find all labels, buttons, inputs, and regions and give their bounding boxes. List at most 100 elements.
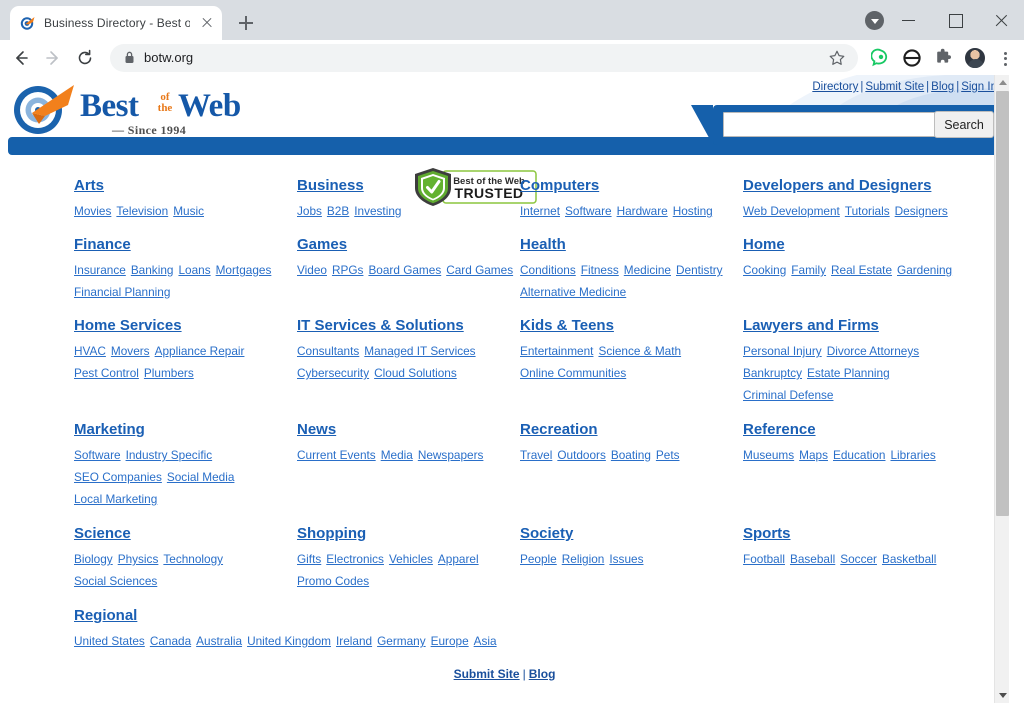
subcategory-link[interactable]: Managed IT Services xyxy=(364,344,475,358)
category-title-link[interactable]: Lawyers and Firms xyxy=(743,317,879,335)
browser-tab[interactable]: Business Directory - Best of the W xyxy=(10,6,222,40)
subcategory-link[interactable]: Criminal Defense xyxy=(743,388,833,402)
subcategory-link[interactable]: Media xyxy=(381,448,413,462)
subcategory-link[interactable]: Plumbers xyxy=(144,366,194,380)
three-dot-menu-icon[interactable] xyxy=(992,43,1018,73)
subcategory-link[interactable]: Newspapers xyxy=(418,448,484,462)
subcategory-link[interactable]: Movers xyxy=(111,344,150,358)
subcategory-link[interactable]: Asia xyxy=(474,634,497,648)
subcategory-link[interactable]: Maps xyxy=(799,448,828,462)
category-title-link[interactable]: Regional xyxy=(74,607,137,625)
page-scrollbar[interactable] xyxy=(994,75,1009,703)
chat-bubble-icon[interactable] xyxy=(866,43,896,73)
subcategory-link[interactable]: Tutorials xyxy=(845,204,890,218)
subcategory-link[interactable]: Personal Injury xyxy=(743,344,822,358)
category-title-link[interactable]: Finance xyxy=(74,236,131,254)
subcategory-link[interactable]: Investing xyxy=(354,204,401,218)
subcategory-link[interactable]: Biology xyxy=(74,552,113,566)
subcategory-link[interactable]: Soccer xyxy=(840,552,877,566)
category-title-link[interactable]: Health xyxy=(520,236,566,254)
subcategory-link[interactable]: Gifts xyxy=(297,552,321,566)
subcategory-link[interactable]: Dentistry xyxy=(676,263,723,277)
subcategory-link[interactable]: Designers xyxy=(895,204,948,218)
nav-link-submit-site[interactable]: Submit Site xyxy=(865,81,924,93)
subcategory-link[interactable]: Bankruptcy xyxy=(743,366,802,380)
category-title-link[interactable]: IT Services & Solutions xyxy=(297,317,464,335)
subcategory-link[interactable]: HVAC xyxy=(74,344,106,358)
subcategory-link[interactable]: Social Media xyxy=(167,470,235,484)
subcategory-link[interactable]: Europe xyxy=(431,634,469,648)
minimize-button[interactable] xyxy=(886,0,932,40)
subcategory-link[interactable]: Technology xyxy=(163,552,223,566)
new-tab-button[interactable] xyxy=(232,9,260,37)
subcategory-link[interactable]: Museums xyxy=(743,448,794,462)
subcategory-link[interactable]: United Kingdom xyxy=(247,634,331,648)
subcategory-link[interactable]: Australia xyxy=(196,634,242,648)
subcategory-link[interactable]: Music xyxy=(173,204,204,218)
subcategory-link[interactable]: Conditions xyxy=(520,263,576,277)
subcategory-link[interactable]: Social Sciences xyxy=(74,574,157,588)
back-button[interactable] xyxy=(6,43,36,73)
subcategory-link[interactable]: Software xyxy=(565,204,612,218)
subcategory-link[interactable]: Basketball xyxy=(882,552,936,566)
subcategory-link[interactable]: Libraries xyxy=(890,448,935,462)
subcategory-link[interactable]: Software xyxy=(74,448,121,462)
category-title-link[interactable]: Home Services xyxy=(74,317,182,335)
subcategory-link[interactable]: Family xyxy=(791,263,826,277)
scroll-up-arrow-icon[interactable] xyxy=(995,75,1009,91)
nav-link-directory[interactable]: Directory xyxy=(812,81,858,93)
site-logo[interactable]: Best of the Web — Since 1994 xyxy=(12,83,312,141)
subcategory-link[interactable]: Outdoors xyxy=(557,448,606,462)
subcategory-link[interactable]: Loans xyxy=(178,263,210,277)
subcategory-link[interactable]: Card Games xyxy=(446,263,513,277)
subcategory-link[interactable]: Pets xyxy=(656,448,680,462)
subcategory-link[interactable]: Entertainment xyxy=(520,344,593,358)
subcategory-link[interactable]: Web Development xyxy=(743,204,840,218)
subcategory-link[interactable]: Issues xyxy=(609,552,643,566)
subcategory-link[interactable]: SEO Companies xyxy=(74,470,162,484)
subcategory-link[interactable]: Electronics xyxy=(326,552,384,566)
subcategory-link[interactable]: Travel xyxy=(520,448,552,462)
subcategory-link[interactable]: Video xyxy=(297,263,327,277)
forward-button[interactable] xyxy=(38,43,68,73)
subcategory-link[interactable]: Industry Specific xyxy=(126,448,213,462)
subcategory-link[interactable]: Germany xyxy=(377,634,426,648)
subcategory-link[interactable]: Online Communities xyxy=(520,366,626,380)
subcategory-link[interactable]: Banking xyxy=(131,263,174,277)
subcategory-link[interactable]: Appliance Repair xyxy=(155,344,245,358)
subcategory-link[interactable]: Vehicles xyxy=(389,552,433,566)
subcategory-link[interactable]: Alternative Medicine xyxy=(520,285,626,299)
subcategory-link[interactable]: Mortgages xyxy=(216,263,272,277)
scrollbar-thumb[interactable] xyxy=(996,91,1009,516)
category-title-link[interactable]: Reference xyxy=(743,421,816,439)
subcategory-link[interactable]: Real Estate xyxy=(831,263,892,277)
category-title-link[interactable]: Society xyxy=(520,525,573,543)
subcategory-link[interactable]: Football xyxy=(743,552,785,566)
subcategory-link[interactable]: Canada xyxy=(150,634,191,648)
subcategory-link[interactable]: People xyxy=(520,552,557,566)
category-title-link[interactable]: Shopping xyxy=(297,525,366,543)
footer-link-blog[interactable]: Blog xyxy=(529,667,556,681)
subcategory-link[interactable]: Cooking xyxy=(743,263,786,277)
subcategory-link[interactable]: Medicine xyxy=(624,263,671,277)
star-icon[interactable] xyxy=(822,43,852,73)
subcategory-link[interactable]: Divorce Attorneys xyxy=(827,344,919,358)
subcategory-link[interactable]: United States xyxy=(74,634,145,648)
subcategory-link[interactable]: Physics xyxy=(118,552,159,566)
category-title-link[interactable]: Home xyxy=(743,236,785,254)
nav-link-sign-in[interactable]: Sign In xyxy=(961,81,997,93)
subcategory-link[interactable]: Promo Codes xyxy=(297,574,369,588)
category-title-link[interactable]: Computers xyxy=(520,177,599,195)
subcategory-link[interactable]: RPGs xyxy=(332,263,363,277)
category-title-link[interactable]: Arts xyxy=(74,177,104,195)
subcategory-link[interactable]: Financial Planning xyxy=(74,285,170,299)
category-title-link[interactable]: Games xyxy=(297,236,347,254)
subcategory-link[interactable]: Cybersecurity xyxy=(297,366,369,380)
puzzle-piece-icon[interactable] xyxy=(928,43,958,73)
subcategory-link[interactable]: Fitness xyxy=(581,263,619,277)
subcategory-link[interactable]: Religion xyxy=(562,552,605,566)
category-title-link[interactable]: Kids & Teens xyxy=(520,317,614,335)
subcategory-link[interactable]: Current Events xyxy=(297,448,376,462)
close-icon[interactable] xyxy=(198,14,216,32)
subcategory-link[interactable]: B2B xyxy=(327,204,349,218)
